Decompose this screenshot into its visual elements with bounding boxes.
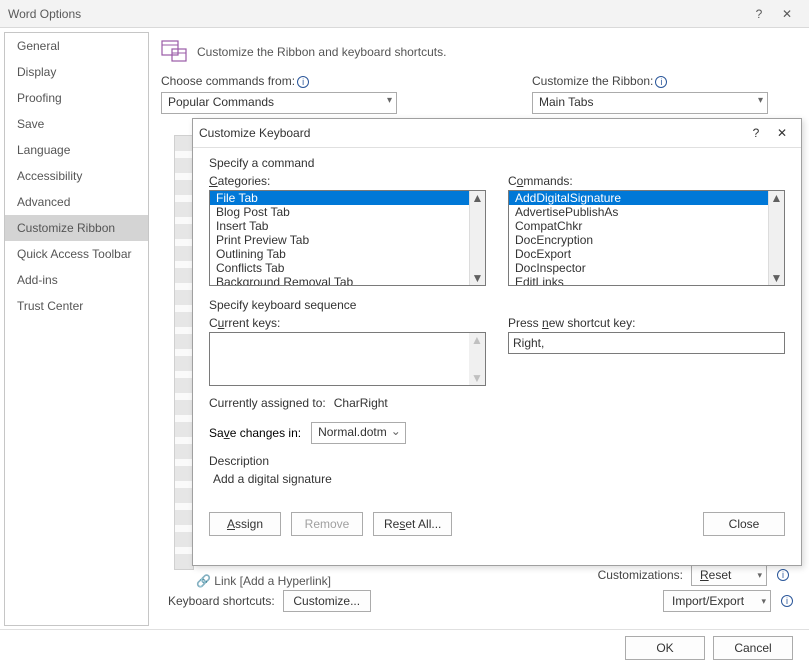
dialog-buttons: OK Cancel [0, 629, 809, 666]
description-label: Description [209, 454, 785, 468]
currently-assigned-label: Currently assigned to: [209, 396, 326, 410]
list-item[interactable]: Background Removal Tab [210, 275, 485, 286]
remove-button[interactable]: Remove [291, 512, 363, 536]
scrollbar[interactable]: ▲▼ [768, 191, 784, 285]
sidebar-item-display[interactable]: Display [5, 59, 148, 85]
lower-controls: Customizations: Reset i Keyboard shortcu… [160, 568, 793, 608]
sidebar-item-proofing[interactable]: Proofing [5, 85, 148, 111]
reset-dropdown[interactable]: Reset [691, 564, 767, 586]
commands-label: Commands: [508, 174, 785, 188]
current-keys-listbox[interactable]: ▲▼ [209, 332, 486, 386]
reset-all-button[interactable]: Reset All... [373, 512, 452, 536]
list-item[interactable]: CompatChkr [509, 219, 784, 233]
list-item[interactable]: Print Preview Tab [210, 233, 485, 247]
list-item[interactable]: AdvertisePublishAs [509, 205, 784, 219]
ok-button[interactable]: OK [625, 636, 705, 660]
dialog-help-icon[interactable]: ? [743, 123, 769, 143]
customize-shortcuts-button[interactable]: Customize... [283, 590, 371, 612]
categories-listbox[interactable]: File Tab Blog Post Tab Insert Tab Print … [209, 190, 486, 286]
help-icon[interactable]: ? [745, 0, 773, 28]
customize-keyboard-dialog: Customize Keyboard ? ✕ Specify a command… [192, 118, 802, 566]
dialog-title: Customize Keyboard [199, 126, 743, 140]
assign-button[interactable]: Assign [209, 512, 281, 536]
commands-list-partial [174, 135, 194, 570]
save-changes-label: Save changes in: [209, 426, 301, 440]
currently-assigned-value: CharRight [334, 396, 388, 410]
list-item[interactable]: AddDigitalSignature [509, 191, 784, 205]
customize-ribbon-label: Customize the Ribbon:i [532, 74, 667, 88]
customizations-label: Customizations: [598, 568, 683, 582]
sidebar-item-advanced[interactable]: Advanced [5, 189, 148, 215]
title-bar: Word Options ? ✕ [0, 0, 809, 28]
close-button[interactable]: Close [703, 512, 785, 536]
list-item[interactable]: DocExport [509, 247, 784, 261]
info-icon[interactable]: i [655, 76, 667, 88]
list-item[interactable]: DocInspector [509, 261, 784, 275]
scrollbar[interactable]: ▲▼ [469, 191, 485, 285]
sidebar-item-save[interactable]: Save [5, 111, 148, 137]
close-icon[interactable]: ✕ [773, 0, 801, 28]
list-item[interactable]: Insert Tab [210, 219, 485, 233]
current-keys-label: Current keys: [209, 316, 486, 330]
dialog-close-icon[interactable]: ✕ [769, 123, 795, 143]
customize-ribbon-icon [161, 40, 189, 64]
sidebar-item-customize-ribbon[interactable]: Customize Ribbon [5, 215, 148, 241]
list-item[interactable]: Blog Post Tab [210, 205, 485, 219]
press-new-label: Press new shortcut key: [508, 316, 785, 330]
sidebar-item-general[interactable]: General [5, 33, 148, 59]
list-item[interactable]: EditLinks [509, 275, 784, 286]
keyboard-shortcuts-label: Keyboard shortcuts: [168, 594, 275, 608]
list-item[interactable]: Conflicts Tab [210, 261, 485, 275]
sidebar-item-quick-access[interactable]: Quick Access Toolbar [5, 241, 148, 267]
sidebar-item-accessibility[interactable]: Accessibility [5, 163, 148, 189]
specify-command-label: Specify a command [209, 156, 785, 170]
sidebar-item-language[interactable]: Language [5, 137, 148, 163]
info-icon[interactable]: i [777, 569, 789, 581]
info-icon[interactable]: i [781, 595, 793, 607]
sidebar-item-addins[interactable]: Add-ins [5, 267, 148, 293]
choose-commands-dropdown[interactable]: Popular Commands [161, 92, 397, 114]
cancel-button[interactable]: Cancel [713, 636, 793, 660]
categories-label: Categories: [209, 174, 486, 188]
options-sidebar: General Display Proofing Save Language A… [4, 32, 149, 626]
sidebar-item-trust-center[interactable]: Trust Center [5, 293, 148, 319]
specify-sequence-label: Specify keyboard sequence [209, 298, 785, 312]
new-shortcut-input[interactable] [508, 332, 785, 354]
scrollbar[interactable]: ▲▼ [469, 333, 485, 385]
page-subtitle: Customize the Ribbon and keyboard shortc… [197, 45, 446, 59]
list-item[interactable]: Outlining Tab [210, 247, 485, 261]
customize-ribbon-dropdown[interactable]: Main Tabs [532, 92, 768, 114]
window-title: Word Options [8, 7, 745, 21]
choose-commands-label: Choose commands from:i [161, 74, 309, 88]
commands-listbox[interactable]: AddDigitalSignature AdvertisePublishAs C… [508, 190, 785, 286]
list-item[interactable]: File Tab [210, 191, 485, 205]
description-text: Add a digital signature [209, 472, 785, 486]
info-icon[interactable]: i [297, 76, 309, 88]
save-changes-dropdown[interactable]: Normal.dotm [311, 422, 406, 444]
list-item[interactable]: DocEncryption [509, 233, 784, 247]
import-export-dropdown[interactable]: Import/Export [663, 590, 771, 612]
